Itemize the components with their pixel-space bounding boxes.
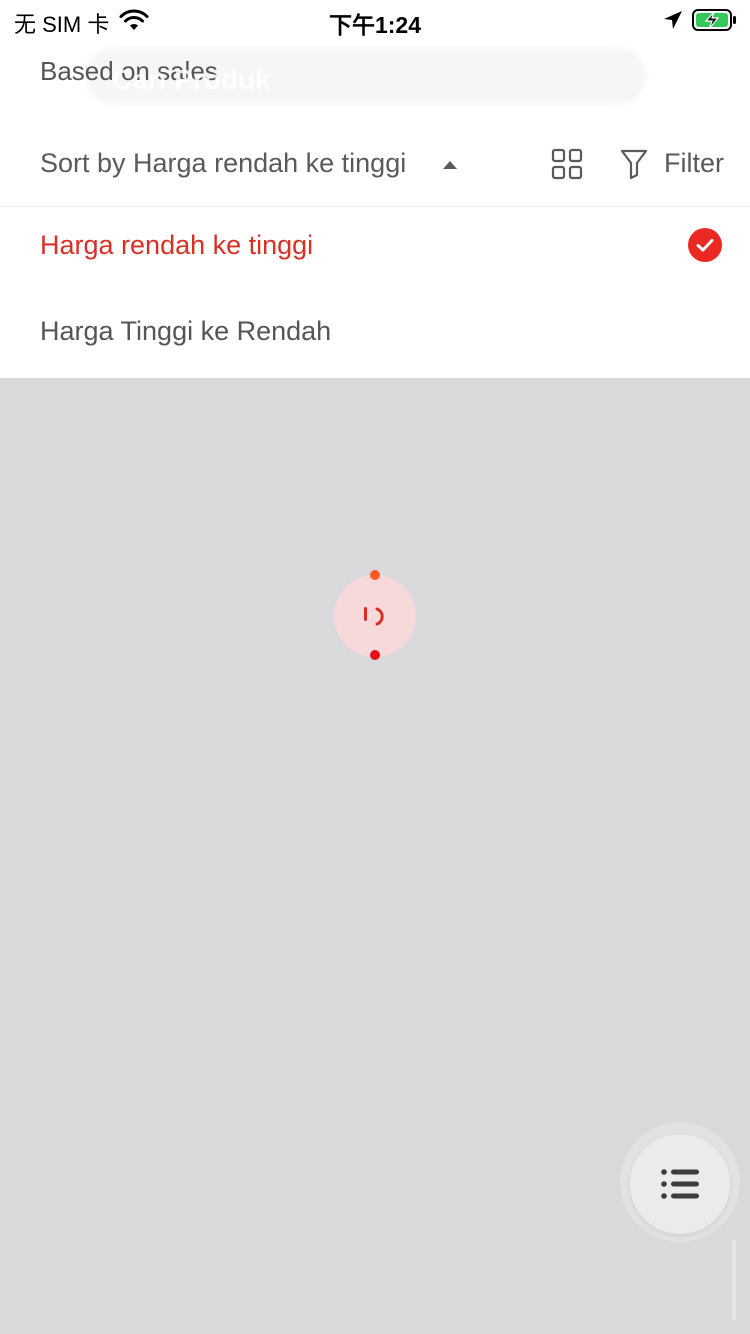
filter-funnel-icon <box>620 149 648 180</box>
sort-option-label: Harga Tinggi ke Rendah <box>40 316 332 346</box>
filter-label: Filter <box>664 148 724 178</box>
sort-option-high-to-low[interactable]: Harga Tinggi ke Rendah <box>0 292 750 378</box>
loading-spinner-icon <box>334 575 416 657</box>
caret-up-icon[interactable] <box>443 161 457 169</box>
sort-option-low-to-high[interactable]: Harga rendah ke tinggi <box>0 206 750 292</box>
battery-charging-icon <box>692 8 738 39</box>
scroll-indicator <box>732 1240 736 1320</box>
check-circle-icon <box>688 228 722 262</box>
status-bar: 无 SIM 卡 下午1:24 <box>0 0 750 40</box>
clock: 下午1:24 <box>328 12 422 38</box>
sort-toggle[interactable]: Sort by Harga rendah ke tinggi <box>40 148 406 179</box>
sort-bar: Sort by Harga rendah ke tinggi Filter <box>0 126 750 207</box>
list-menu-button[interactable] <box>630 1134 730 1234</box>
search-placeholder-ghost: Cari Produk <box>112 64 271 95</box>
spinner-dot-top <box>370 570 380 580</box>
spinner-dot-bottom <box>370 650 380 660</box>
list-menu-icon <box>661 1169 699 1199</box>
grid-view-icon[interactable] <box>551 148 583 180</box>
location-arrow-icon <box>662 9 684 38</box>
sort-option-label: Harga rendah ke tinggi <box>40 230 314 260</box>
